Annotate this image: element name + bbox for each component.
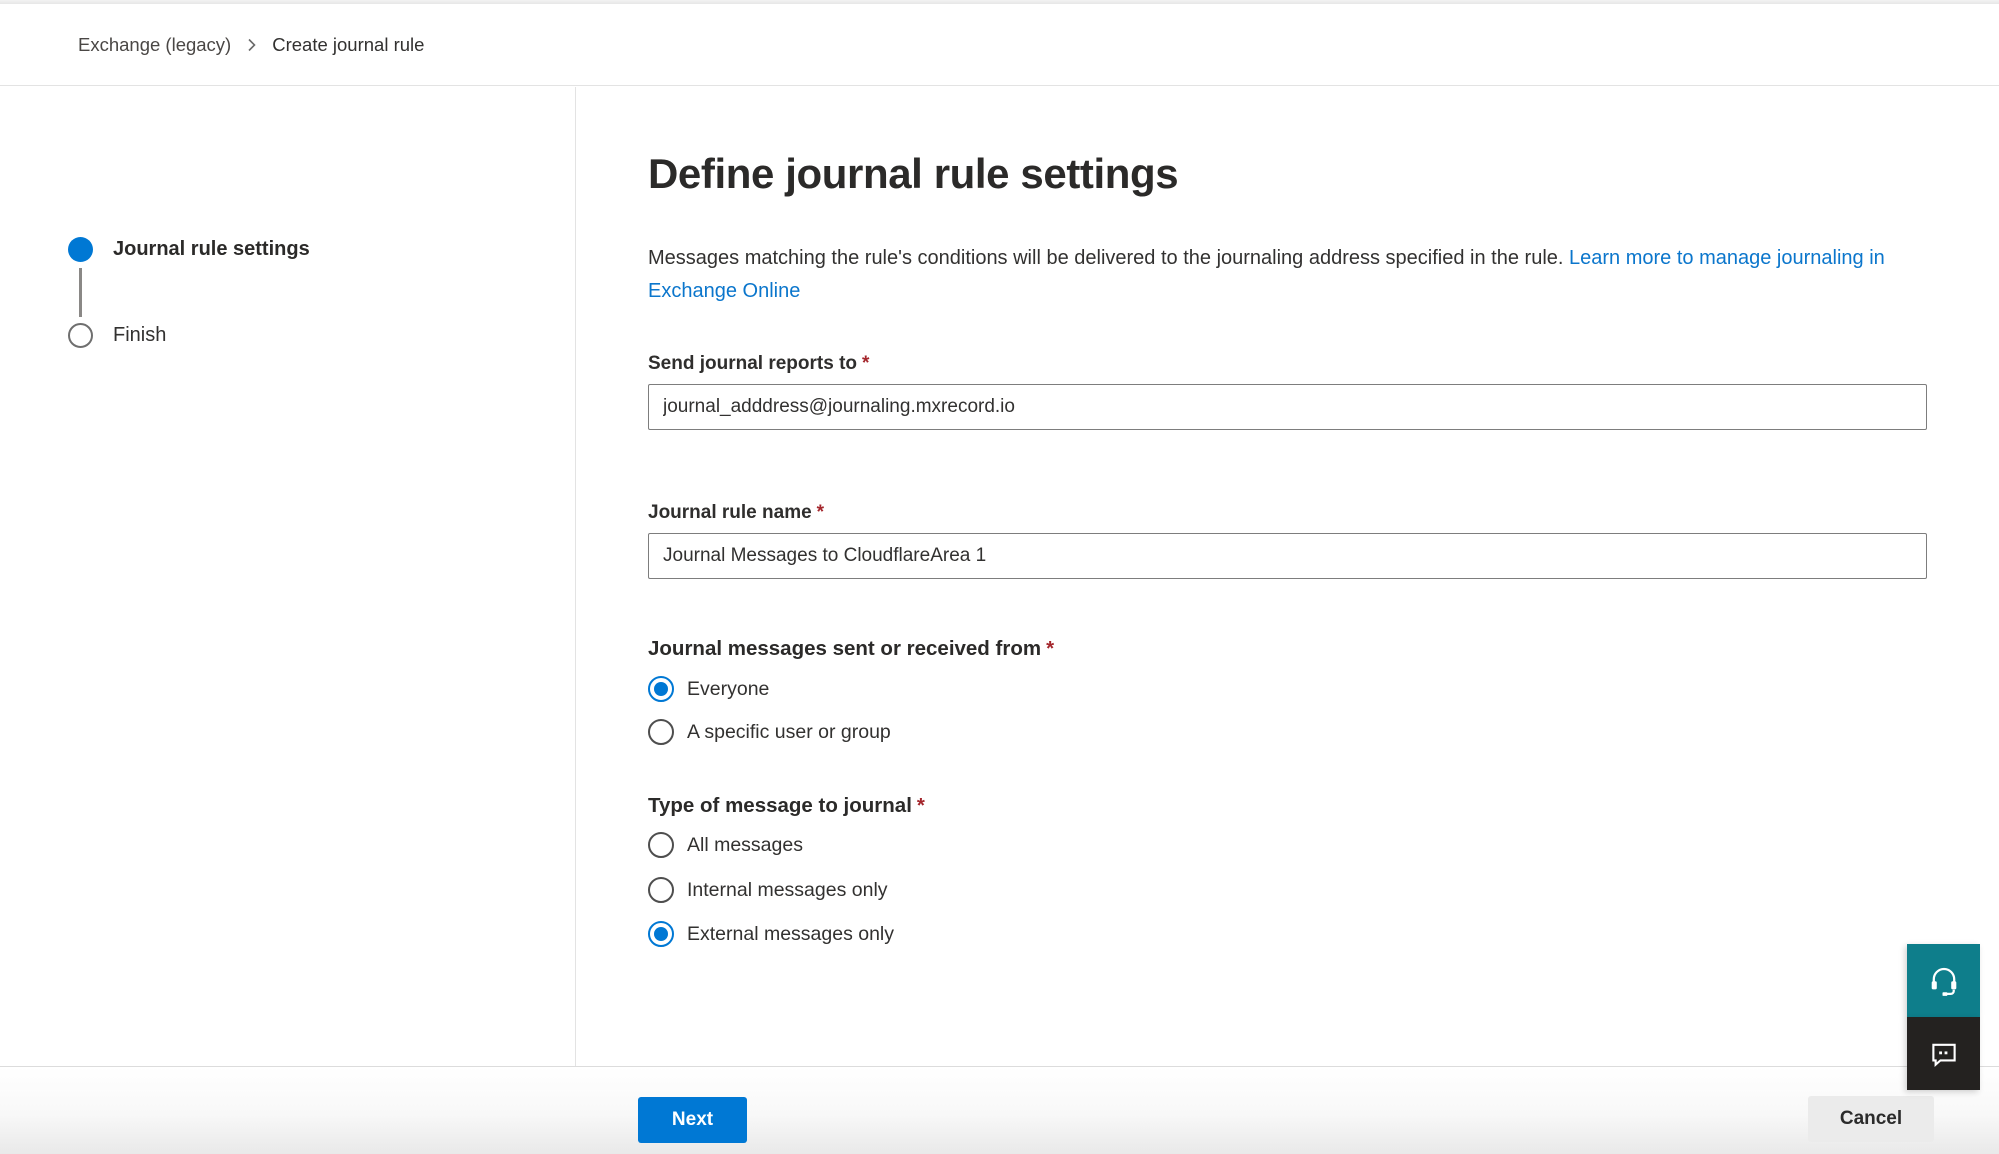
- next-button[interactable]: Next: [638, 1097, 747, 1143]
- page-description: Messages matching the rule's conditions …: [648, 242, 1893, 308]
- radio-option-all-messages[interactable]: All messages: [648, 832, 1930, 858]
- wizard-stepper: Journal rule settings Finish: [68, 237, 310, 348]
- send-journal-reports-input[interactable]: [648, 384, 1927, 430]
- journal-messages-from-group-label: Journal messages sent or received from*: [648, 635, 1930, 662]
- radio-option-label: Internal messages only: [687, 879, 888, 902]
- message-type-group-label: Type of message to journal*: [648, 792, 1930, 819]
- content-panel: Define journal rule settings Messages ma…: [648, 87, 1930, 947]
- exchange-create-journal-rule-page: Exchange (legacy) Create journal rule Jo…: [0, 0, 1999, 1154]
- step-journal-rule-settings[interactable]: Journal rule settings: [68, 237, 310, 262]
- step-label: Finish: [113, 324, 166, 347]
- radio-button-icon[interactable]: [648, 877, 674, 903]
- description-text: Messages matching the rule's conditions …: [648, 247, 1563, 269]
- breadcrumb-item-create-journal-rule: Create journal rule: [272, 34, 424, 56]
- wizard-steps-panel: Journal rule settings Finish: [0, 87, 576, 1066]
- radio-option-internal-messages-only[interactable]: Internal messages only: [648, 877, 1930, 903]
- chevron-right-icon: [246, 37, 257, 53]
- required-asterisk: *: [917, 794, 925, 817]
- breadcrumb: Exchange (legacy) Create journal rule: [78, 34, 424, 56]
- radio-option-specific-user-or-group[interactable]: A specific user or group: [648, 719, 1930, 745]
- breadcrumb-item-exchange-legacy[interactable]: Exchange (legacy): [78, 34, 231, 56]
- radio-option-label: A specific user or group: [687, 721, 891, 744]
- breadcrumb-header: Exchange (legacy) Create journal rule: [0, 4, 1999, 86]
- radio-option-everyone[interactable]: Everyone: [648, 676, 1930, 702]
- journal-rule-name-input[interactable]: [648, 533, 1927, 579]
- label-text: Send journal reports to: [648, 353, 857, 374]
- required-asterisk: *: [817, 502, 824, 523]
- journal-rule-name-label: Journal rule name*: [648, 501, 1930, 525]
- radio-button-icon[interactable]: [648, 676, 674, 702]
- radio-button-icon[interactable]: [648, 832, 674, 858]
- required-asterisk: *: [1046, 637, 1054, 660]
- radio-option-external-messages-only[interactable]: External messages only: [648, 921, 1930, 947]
- chat-bubble-icon: [1927, 1037, 1961, 1071]
- required-asterisk: *: [862, 353, 869, 374]
- footer-action-bar: Next Cancel: [0, 1066, 1999, 1154]
- step-finish[interactable]: Finish: [68, 323, 310, 348]
- radio-button-icon[interactable]: [648, 719, 674, 745]
- radio-option-label: All messages: [687, 834, 803, 857]
- step-connector-line: [79, 268, 82, 317]
- send-journal-reports-label: Send journal reports to*: [648, 352, 1930, 376]
- radio-option-label: Everyone: [687, 678, 769, 701]
- label-text: Journal messages sent or received from: [648, 637, 1041, 660]
- step-label: Journal rule settings: [113, 238, 310, 261]
- headset-icon: [1926, 963, 1962, 999]
- radio-option-label: External messages only: [687, 923, 894, 946]
- label-text: Type of message to journal: [648, 794, 912, 817]
- upcoming-step-circle-icon: [68, 323, 93, 348]
- radio-button-icon[interactable]: [648, 921, 674, 947]
- cancel-button[interactable]: Cancel: [1808, 1096, 1934, 1142]
- feedback-button[interactable]: [1907, 1017, 1980, 1090]
- active-step-dot-icon: [68, 237, 93, 262]
- page-title: Define journal rule settings: [648, 148, 1930, 200]
- help-button[interactable]: [1907, 944, 1980, 1017]
- label-text: Journal rule name: [648, 502, 812, 523]
